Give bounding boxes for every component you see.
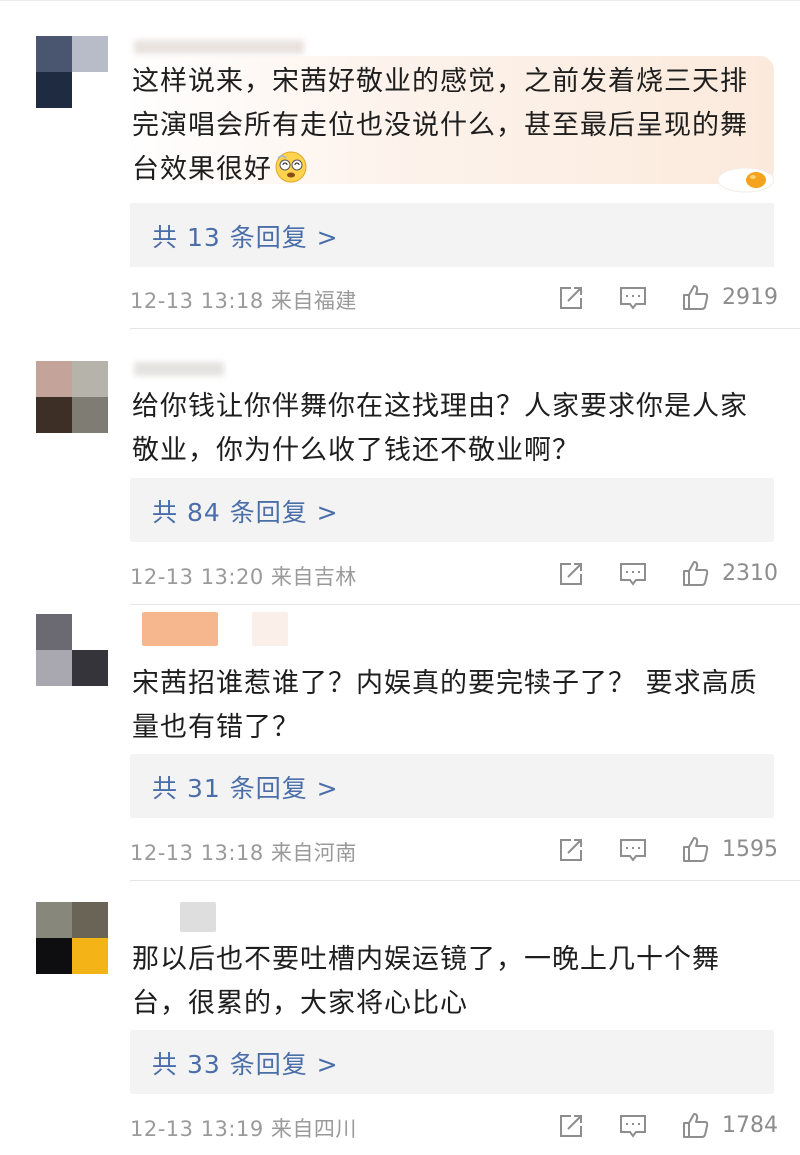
comment-meta: 12-13 13:20 来自吉林: [130, 561, 357, 591]
dizzy-face-emoji: [275, 151, 307, 183]
comment-text: 那以后也不要吐槽内娱运镜了，一晚上几十个舞台，很累的，大家将心比心: [132, 944, 720, 1019]
avatar[interactable]: [36, 902, 108, 974]
username-blurred[interactable]: [142, 612, 218, 646]
replies-panel[interactable]: 共 84 条回复 >: [130, 478, 774, 542]
thumbs-up-icon[interactable]: [680, 282, 710, 312]
thumbs-up-icon[interactable]: [680, 558, 710, 588]
username-blurred[interactable]: [134, 362, 224, 376]
timestamp: 12-13 13:20: [130, 565, 264, 589]
like-count: 2919: [722, 285, 778, 310]
avatar[interactable]: [36, 36, 108, 108]
share-icon[interactable]: [556, 559, 586, 589]
like-count: 1784: [722, 1113, 778, 1138]
view-replies-link[interactable]: 共 33 条回复 >: [152, 1045, 339, 1081]
share-icon[interactable]: [556, 835, 586, 865]
comment-meta: 12-13 13:18 来自福建: [130, 285, 357, 315]
comment-icon[interactable]: [618, 283, 648, 313]
username-blurred[interactable]: [180, 902, 216, 932]
comment-text: 这样说来，宋茜好敬业的感觉，之前发着烧三天排完演唱会所有走位也没说什么，甚至最后…: [132, 66, 748, 185]
timestamp: 12-13 13:18: [130, 841, 264, 865]
thumbs-up-icon[interactable]: [680, 1110, 710, 1140]
location: 来自福建: [270, 289, 357, 313]
view-replies-link[interactable]: 共 84 条回复 >: [152, 493, 339, 529]
comment-text: 给你钱让你伴舞你在这找理由？人家要求你是人家敬业，你为什么收了钱还不敬业啊？: [132, 391, 748, 466]
like-count: 2310: [722, 561, 778, 586]
location: 来自四川: [270, 1117, 357, 1141]
location: 来自吉林: [270, 565, 357, 589]
username-blurred[interactable]: [252, 612, 288, 646]
comment-divider: [130, 880, 800, 881]
view-replies-link[interactable]: 共 13 条回复 >: [152, 218, 339, 254]
comment-meta: 12-13 13:19 来自四川: [130, 1113, 357, 1143]
replies-panel[interactable]: 共 33 条回复 >: [130, 1030, 774, 1094]
comment-divider: [130, 328, 800, 329]
avatar[interactable]: [36, 361, 108, 433]
top-divider: [0, 0, 800, 1]
comment-icon[interactable]: [618, 559, 648, 589]
timestamp: 12-13 13:18: [130, 289, 264, 313]
comment-icon[interactable]: [618, 835, 648, 865]
comment-text: 宋茜招谁惹谁了？内娱真的要完犊子了？ 要求高质量也有错了？: [132, 668, 758, 743]
location: 来自河南: [270, 841, 357, 865]
comment-divider: [130, 604, 800, 605]
comment-icon[interactable]: [618, 1111, 648, 1141]
replies-panel[interactable]: 共 13 条回复 >: [130, 203, 774, 267]
username-blurred[interactable]: [134, 40, 304, 54]
comment-meta: 12-13 13:18 来自河南: [130, 837, 357, 867]
replies-panel[interactable]: 共 31 条回复 >: [130, 754, 774, 818]
view-replies-link[interactable]: 共 31 条回复 >: [152, 769, 339, 805]
share-icon[interactable]: [556, 1111, 586, 1141]
avatar[interactable]: [36, 614, 108, 686]
timestamp: 12-13 13:19: [130, 1117, 264, 1141]
thumbs-up-icon[interactable]: [680, 834, 710, 864]
share-icon[interactable]: [556, 283, 586, 313]
like-count: 1595: [722, 837, 778, 862]
